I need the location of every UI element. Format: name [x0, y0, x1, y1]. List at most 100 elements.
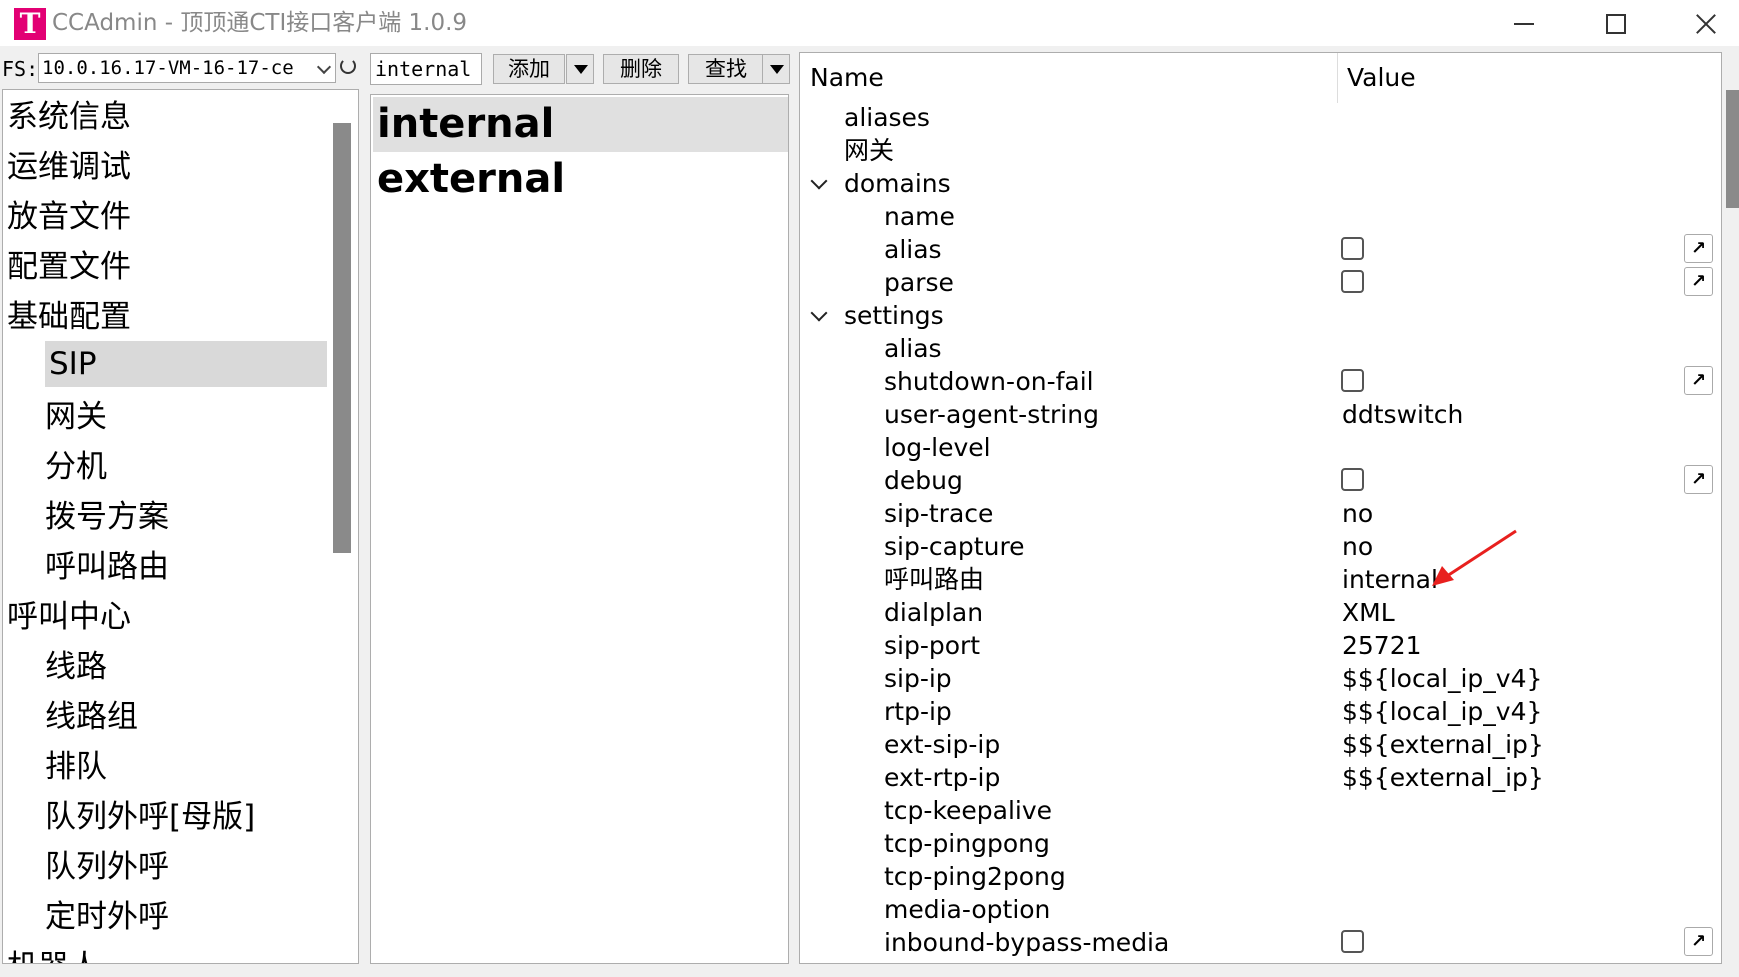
profile-filter-input[interactable]: internal — [370, 53, 482, 85]
grid-row[interactable]: parse ↗ — [800, 266, 1713, 299]
nav-item-call-center[interactable]: 呼叫中心 — [7, 594, 131, 640]
row-value[interactable]: ddtswitch — [1342, 398, 1463, 431]
row-value[interactable]: no — [1342, 530, 1373, 563]
grid-row[interactable]: tcp-ping2pong — [800, 860, 1700, 893]
row-value[interactable]: 25721 — [1342, 629, 1422, 662]
minimize-button[interactable] — [1492, 4, 1552, 42]
row-value[interactable]: $${local_ip_v4} — [1342, 695, 1542, 728]
row-name: ext-rtp-ip — [884, 763, 1001, 792]
row-name: alias — [884, 235, 942, 264]
row-value[interactable]: XML — [1342, 596, 1395, 629]
grid-row[interactable]: alias — [800, 332, 1700, 365]
popup-editor-icon[interactable]: ↗ — [1684, 465, 1713, 494]
row-name: tcp-ping2pong — [884, 862, 1066, 891]
column-header-value[interactable]: Value — [1347, 53, 1416, 103]
nav-item-scheduled-outbound[interactable]: 定时外呼 — [45, 894, 169, 940]
profile-item-external[interactable]: external — [373, 152, 788, 207]
chevron-down-icon — [316, 59, 332, 75]
grid-row[interactable]: ext-rtp-ip $${external_ip} — [800, 761, 1700, 794]
row-name: parse — [884, 268, 954, 297]
grid-row[interactable]: domains — [800, 167, 1700, 200]
grid-row[interactable]: tcp-pingpong — [800, 827, 1700, 860]
grid-row[interactable]: dialplan XML — [800, 596, 1700, 629]
grid-row[interactable]: sip-trace no — [800, 497, 1700, 530]
find-dropdown-icon[interactable] — [762, 54, 790, 84]
value-checkbox[interactable] — [1341, 468, 1364, 491]
property-grid[interactable]: Name Value aliases 网关 domains name alias… — [799, 52, 1722, 964]
fs-server-select[interactable]: 10.0.16.17-VM-16-17-ce — [38, 53, 336, 83]
refresh-icon[interactable] — [340, 58, 356, 74]
grid-row[interactable]: sip-capture no — [800, 530, 1700, 563]
add-button[interactable]: 添加 — [493, 54, 565, 84]
grid-row[interactable]: media-option — [800, 893, 1700, 926]
nav-tree[interactable]: 系统信息 运维调试 放音文件 配置文件 基础配置 SIP 网关 分机 拨号方案 … — [2, 89, 359, 964]
row-name: name — [884, 202, 955, 231]
grid-row[interactable]: user-agent-string ddtswitch — [800, 398, 1700, 431]
nav-item-ops-debug[interactable]: 运维调试 — [7, 144, 131, 190]
find-button[interactable]: 查找 — [688, 54, 764, 84]
close-icon[interactable] — [1674, 4, 1734, 42]
value-checkbox[interactable] — [1341, 369, 1364, 392]
nav-item-robot[interactable]: 机器人 — [7, 944, 100, 963]
row-name: rtp-ip — [884, 697, 952, 726]
nav-scrollbar-thumb[interactable] — [333, 123, 351, 553]
grid-row[interactable]: shutdown-on-fail ↗ — [800, 365, 1713, 398]
grid-row[interactable]: ext-sip-ip $${external_ip} — [800, 728, 1700, 761]
row-name: 呼叫路由 — [884, 565, 985, 594]
row-name: tcp-pingpong — [884, 829, 1050, 858]
grid-row[interactable]: alias ↗ — [800, 233, 1713, 266]
grid-row[interactable]: aliases — [800, 101, 1700, 134]
row-value[interactable]: $${external_ip} — [1342, 761, 1544, 794]
nav-item-system-info[interactable]: 系统信息 — [7, 94, 131, 140]
popup-editor-icon[interactable]: ↗ — [1684, 366, 1713, 395]
row-name: sip-trace — [884, 499, 994, 528]
grid-row[interactable]: tcp-keepalive — [800, 794, 1700, 827]
grid-row[interactable]: settings — [800, 299, 1700, 332]
row-value[interactable]: $${external_ip} — [1342, 728, 1544, 761]
nav-item-queue-outbound-template[interactable]: 队列外呼[母版] — [45, 794, 255, 840]
grid-row[interactable]: rtp-ip $${local_ip_v4} — [800, 695, 1700, 728]
column-divider[interactable] — [1337, 53, 1338, 103]
delete-button[interactable]: 删除 — [603, 54, 679, 84]
grid-row[interactable]: log-level — [800, 431, 1700, 464]
nav-item-extension[interactable]: 分机 — [45, 444, 107, 490]
nav-item-config-files[interactable]: 配置文件 — [7, 244, 131, 290]
grid-row[interactable]: name — [800, 200, 1700, 233]
popup-editor-icon[interactable]: ↗ — [1684, 267, 1713, 296]
grid-row[interactable]: inbound-bypass-media ↗ — [800, 926, 1713, 959]
nav-item-dialplan[interactable]: 拨号方案 — [45, 494, 169, 540]
nav-item-queue-outbound[interactable]: 队列外呼 — [45, 844, 169, 890]
grid-row[interactable]: 呼叫路由 internal — [800, 563, 1700, 596]
row-name: aliases — [844, 103, 930, 132]
row-name: domains — [844, 169, 951, 198]
nav-item-basic-config[interactable]: 基础配置 — [7, 294, 131, 340]
row-value[interactable]: $${local_ip_v4} — [1342, 662, 1542, 695]
nav-item-audio-files[interactable]: 放音文件 — [7, 194, 131, 240]
nav-item-call-route[interactable]: 呼叫路由 — [45, 544, 169, 590]
add-dropdown-icon[interactable] — [566, 54, 594, 84]
expand-chevron-icon[interactable] — [810, 172, 828, 190]
value-checkbox[interactable] — [1341, 237, 1364, 260]
nav-item-line[interactable]: 线路 — [45, 644, 107, 690]
nav-item-sip[interactable]: SIP — [45, 341, 327, 387]
popup-editor-icon[interactable]: ↗ — [1684, 927, 1713, 956]
popup-editor-icon[interactable]: ↗ — [1684, 234, 1713, 263]
grid-row[interactable]: debug ↗ — [800, 464, 1713, 497]
grid-scrollbar-thumb[interactable] — [1726, 90, 1739, 208]
row-name: dialplan — [884, 598, 984, 627]
value-checkbox[interactable] — [1341, 270, 1364, 293]
nav-item-queue[interactable]: 排队 — [45, 744, 107, 790]
profile-item-internal[interactable]: internal — [373, 97, 788, 152]
grid-row[interactable]: 网关 — [800, 134, 1700, 167]
nav-item-line-group[interactable]: 线路组 — [45, 694, 138, 740]
row-value[interactable]: no — [1342, 497, 1373, 530]
row-value[interactable]: internal — [1342, 563, 1438, 596]
maximize-button[interactable] — [1584, 4, 1644, 42]
value-checkbox[interactable] — [1341, 930, 1364, 953]
grid-row[interactable]: sip-port 25721 — [800, 629, 1700, 662]
nav-item-gateway[interactable]: 网关 — [45, 394, 107, 440]
expand-chevron-icon[interactable] — [810, 304, 828, 322]
profile-list[interactable]: internal external — [370, 94, 789, 964]
grid-row[interactable]: sip-ip $${local_ip_v4} — [800, 662, 1700, 695]
column-header-name[interactable]: Name — [810, 53, 884, 103]
